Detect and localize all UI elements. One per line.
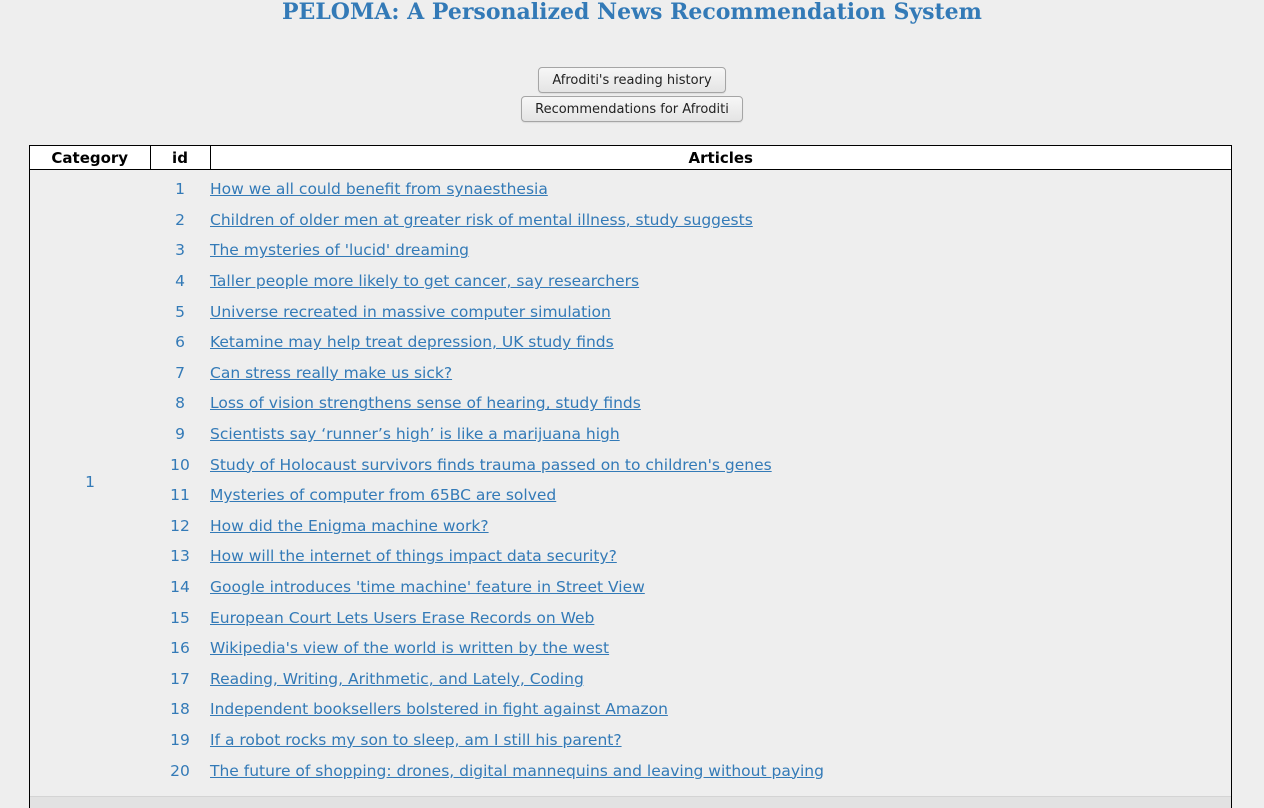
article-id-cell: 6 xyxy=(175,333,185,352)
article-link[interactable]: Ketamine may help treat depression, UK s… xyxy=(210,333,614,351)
table-row: 15 European Court Lets Users Erase Record… xyxy=(30,602,1231,633)
article-link[interactable]: Study of Holocaust survivors finds traum… xyxy=(210,456,772,474)
horizontal-scrollbar[interactable] xyxy=(30,796,1231,808)
table-row: 20 The future of shopping: drones, digita… xyxy=(30,755,1231,786)
article-cell: Children of older men at greater risk of… xyxy=(210,205,1231,236)
article-id-cell: 19 xyxy=(170,730,190,749)
recommendations-button[interactable]: Recommendations for Afroditi xyxy=(521,96,743,122)
article-id-cell: 3 xyxy=(175,241,185,260)
article-cell: How we all could benefit from synaesthes… xyxy=(210,170,1231,205)
articles-table-container: Category id Articles 1 1 How we all could … xyxy=(29,145,1232,808)
reading-history-button[interactable]: Afroditi's reading history xyxy=(538,67,726,93)
table-row: 12 How did the Enigma machine work? xyxy=(30,511,1231,542)
category-cell: 1 xyxy=(85,473,95,492)
article-link[interactable]: Can stress really make us sick? xyxy=(210,364,452,382)
article-id-cell: 17 xyxy=(170,669,190,688)
article-cell: Study of Holocaust survivors finds traum… xyxy=(210,449,1231,480)
table-row: 6 Ketamine may help treat depression, UK … xyxy=(30,327,1231,358)
article-link[interactable]: Google introduces 'time machine' feature… xyxy=(210,578,645,596)
articles-table: Category id Articles 1 1 How we all could … xyxy=(30,146,1231,786)
table-row: 14 Google introduces 'time machine' featu… xyxy=(30,572,1231,603)
article-id-cell: 9 xyxy=(175,425,185,444)
table-row: 3 The mysteries of 'lucid' dreaming xyxy=(30,235,1231,266)
article-id-cell: 16 xyxy=(170,639,190,658)
article-link[interactable]: Scientists say ‘runner’s high’ is like a… xyxy=(210,425,620,443)
article-cell: If a robot rocks my son to sleep, am I s… xyxy=(210,725,1231,756)
id-column-header: id xyxy=(150,146,211,170)
table-row: 8 Loss of vision strengthens sense of hea… xyxy=(30,388,1231,419)
page: PELOMA: A Personalized News Recommendati… xyxy=(0,0,1264,808)
article-id-cell: 4 xyxy=(175,272,185,291)
button-group: Afroditi's reading history Recommendatio… xyxy=(0,67,1264,122)
article-link[interactable]: How did the Enigma machine work? xyxy=(210,517,489,535)
article-id-cell: 10 xyxy=(170,455,190,474)
table-row: 2 Children of older men at greater risk o… xyxy=(30,205,1231,236)
article-link[interactable]: Children of older men at greater risk of… xyxy=(210,211,753,229)
article-link[interactable]: The future of shopping: drones, digital … xyxy=(210,762,824,780)
table-row: 7 Can stress really make us sick? xyxy=(30,358,1231,389)
table-header-row: Category id Articles xyxy=(30,146,1231,170)
article-id-cell: 11 xyxy=(170,486,190,505)
article-link[interactable]: Mysteries of computer from 65BC are solv… xyxy=(210,486,556,504)
article-cell: Wikipedia's view of the world is written… xyxy=(210,633,1231,664)
article-link[interactable]: Reading, Writing, Arithmetic, and Lately… xyxy=(210,670,584,688)
category-column-header: Category xyxy=(30,146,151,170)
article-link[interactable]: Wikipedia's view of the world is written… xyxy=(210,639,609,657)
article-link[interactable]: How will the internet of things impact d… xyxy=(210,547,617,565)
article-cell: Taller people more likely to get cancer,… xyxy=(210,266,1231,297)
articles-table-body: 1 1 How we all could benefit from synaesth… xyxy=(30,170,1231,786)
article-cell: Independent booksellers bolstered in fig… xyxy=(210,694,1231,725)
article-id-cell: 8 xyxy=(175,394,185,413)
article-cell: The future of shopping: drones, digital … xyxy=(210,755,1231,786)
article-cell: How will the internet of things impact d… xyxy=(210,541,1231,572)
table-row: 5 Universe recreated in massive computer … xyxy=(30,296,1231,327)
article-cell: Mysteries of computer from 65BC are solv… xyxy=(210,480,1231,511)
article-cell: Loss of vision strengthens sense of hear… xyxy=(210,388,1231,419)
article-id-cell: 18 xyxy=(170,700,190,719)
article-id-cell: 5 xyxy=(175,302,185,321)
article-cell: Scientists say ‘runner’s high’ is like a… xyxy=(210,419,1231,450)
page-title: PELOMA: A Personalized News Recommendati… xyxy=(282,0,982,25)
article-cell: Reading, Writing, Arithmetic, and Lately… xyxy=(210,664,1231,695)
article-cell: How did the Enigma machine work? xyxy=(210,511,1231,542)
article-cell: Ketamine may help treat depression, UK s… xyxy=(210,327,1231,358)
table-row: 4 Taller people more likely to get cancer… xyxy=(30,266,1231,297)
article-link[interactable]: If a robot rocks my son to sleep, am I s… xyxy=(210,731,622,749)
table-row: 16 Wikipedia's view of the world is writt… xyxy=(30,633,1231,664)
article-cell: European Court Lets Users Erase Records … xyxy=(210,602,1231,633)
table-row: 19 If a robot rocks my son to sleep, am I… xyxy=(30,725,1231,756)
article-id-cell: 15 xyxy=(170,608,190,627)
articles-column-header: Articles xyxy=(210,146,1231,170)
table-row: 17 Reading, Writing, Arithmetic, and Late… xyxy=(30,664,1231,695)
article-cell: The mysteries of 'lucid' dreaming xyxy=(210,235,1231,266)
article-id-cell: 20 xyxy=(170,761,190,780)
article-link[interactable]: The mysteries of 'lucid' dreaming xyxy=(210,241,469,259)
article-link[interactable]: Loss of vision strengthens sense of hear… xyxy=(210,394,641,412)
table-row: 11 Mysteries of computer from 65BC are so… xyxy=(30,480,1231,511)
article-link[interactable]: How we all could benefit from synaesthes… xyxy=(210,180,548,198)
article-link[interactable]: Taller people more likely to get cancer,… xyxy=(210,272,639,290)
article-cell: Google introduces 'time machine' feature… xyxy=(210,572,1231,603)
article-id-cell: 2 xyxy=(175,210,185,229)
article-id-cell: 1 xyxy=(175,180,185,199)
article-id-cell: 7 xyxy=(175,363,185,382)
article-id-cell: 13 xyxy=(170,547,190,566)
article-cell: Can stress really make us sick? xyxy=(210,358,1231,389)
table-row: 18 Independent booksellers bolstered in f… xyxy=(30,694,1231,725)
table-row: 13 How will the internet of things impact… xyxy=(30,541,1231,572)
article-cell: Universe recreated in massive computer s… xyxy=(210,296,1231,327)
article-id-cell: 12 xyxy=(170,516,190,535)
article-id-cell: 14 xyxy=(170,578,190,597)
table-row: 10 Study of Holocaust survivors finds tra… xyxy=(30,449,1231,480)
article-link[interactable]: European Court Lets Users Erase Records … xyxy=(210,609,594,627)
article-link[interactable]: Universe recreated in massive computer s… xyxy=(210,303,611,321)
article-link[interactable]: Independent booksellers bolstered in fig… xyxy=(210,700,668,718)
table-row: 9 Scientists say ‘runner’s high’ is like … xyxy=(30,419,1231,450)
table-row: 1 1 How we all could benefit from synaesth… xyxy=(30,170,1231,491)
